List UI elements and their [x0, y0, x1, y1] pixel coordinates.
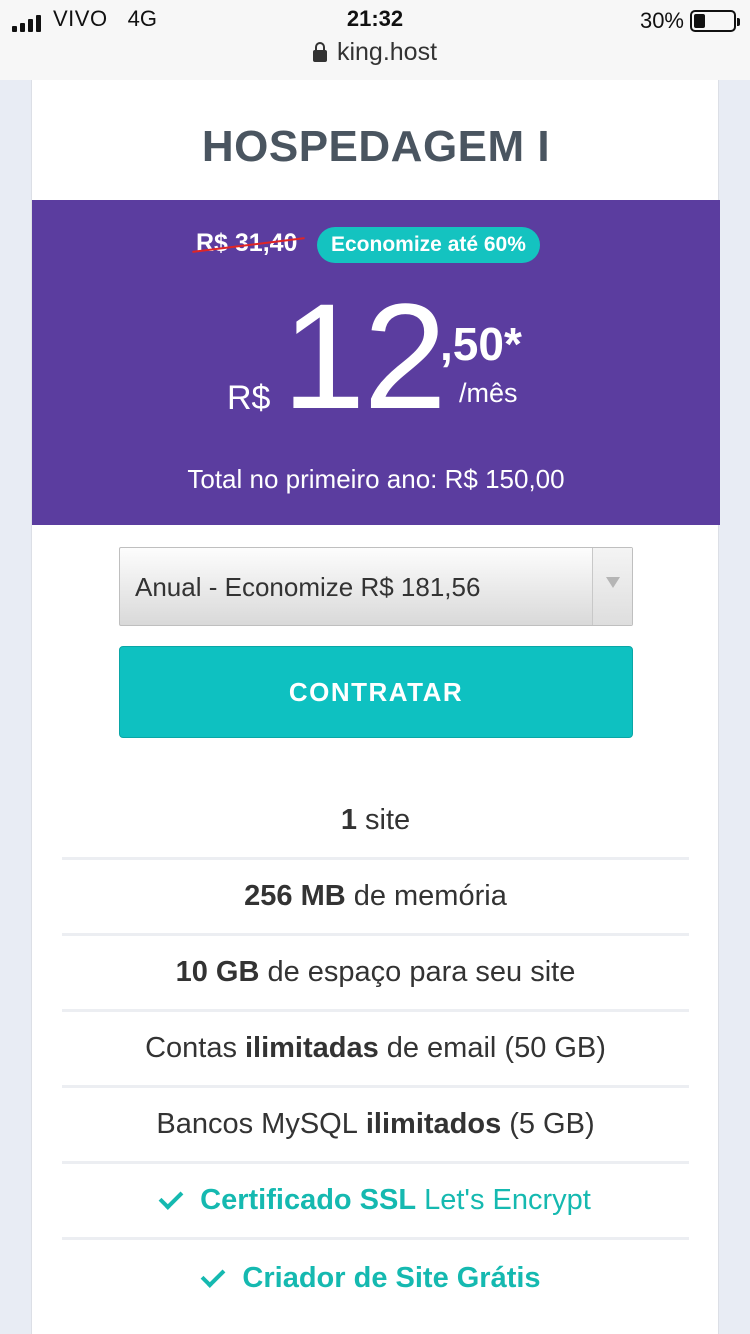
feature-item: 256 MB de memória	[62, 860, 689, 936]
plan-title: HOSPEDAGEM I	[201, 122, 551, 171]
feature-text: de memória	[353, 880, 507, 912]
url-text: king.host	[336, 38, 438, 66]
feature-item: 10 GB de espaço para seu site	[62, 936, 689, 1012]
feature-text: de espaço para seu site	[267, 956, 576, 988]
feature-bold: ilimitados	[365, 1108, 502, 1140]
savings-badge: Economize até 60%	[317, 227, 540, 263]
contratar-button[interactable]: CONTRATAR	[119, 646, 633, 738]
check-icon	[158, 1185, 184, 1210]
clock: 21:32	[346, 6, 404, 31]
feature-text-before: Bancos MySQL	[156, 1108, 358, 1140]
feature-bold: Criador de Site Grátis	[242, 1261, 541, 1294]
chevron-down-icon	[606, 577, 620, 588]
feature-item: Bancos MySQL ilimitados (5 GB)	[62, 1088, 689, 1164]
old-price: R$ 31,40	[196, 229, 298, 257]
feature-bold: ilimitadas	[244, 1032, 379, 1064]
status-bar: VIVO 4G 21:32 30% king.host	[0, 0, 750, 80]
feature-text: de email (50 GB)	[386, 1032, 606, 1064]
price-box: R$ 31,40 Economize até 60% R$ 12 ,50* /m…	[32, 200, 720, 525]
billing-period-select[interactable]: Anual - Economize R$ 181,56	[119, 547, 633, 626]
feature-bold: Certificado SSL	[200, 1184, 417, 1216]
first-year-total: Total no primeiro ano: R$ 150,00	[187, 464, 565, 494]
feature-bold: 10 GB	[175, 956, 260, 988]
price-integer: 12	[282, 272, 447, 440]
feature-text: (5 GB)	[509, 1108, 595, 1140]
check-icon	[201, 1262, 226, 1288]
url-bar[interactable]: king.host	[0, 38, 750, 67]
battery-icon	[690, 10, 740, 32]
per-month-label: /mês	[459, 378, 518, 408]
billing-period-value: Anual - Economize R$ 181,56	[135, 572, 481, 602]
feature-bold: 1	[340, 804, 357, 836]
currency-symbol: R$	[227, 379, 271, 417]
price-cents: ,50*	[440, 318, 522, 370]
plan-card: HOSPEDAGEM I R$ 31,40 Economize até 60% …	[31, 80, 720, 1334]
lock-icon	[312, 41, 327, 62]
status-right: 30%	[639, 8, 740, 34]
features-list: 1 site 256 MB de memória 10 GB de espaço…	[62, 784, 689, 1316]
select-arrow-box[interactable]	[592, 548, 632, 625]
feature-text: site	[365, 804, 411, 836]
feature-text-before: Contas	[145, 1032, 237, 1064]
feature-bold: 256 MB	[244, 880, 346, 912]
battery-percent: 30%	[639, 8, 684, 33]
feature-item-ssl: Certificado SSL Let's Encrypt	[62, 1164, 689, 1240]
feature-item: Contas ilimitadas de email (50 GB)	[62, 1012, 689, 1088]
feature-text: Let's Encrypt	[424, 1184, 591, 1216]
feature-item-site-builder: Criador de Site Grátis	[62, 1240, 689, 1316]
feature-item: 1 site	[62, 784, 689, 860]
